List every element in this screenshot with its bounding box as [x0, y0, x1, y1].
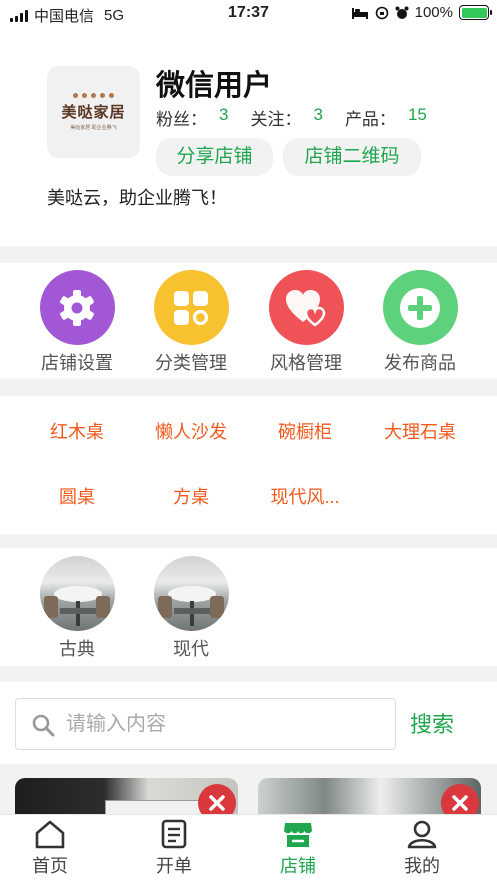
shop-profile: 美哒家居 美哒家居 助企业腾飞 微信用户 粉丝： 3 关注： 3 产品： 15 … — [0, 28, 497, 246]
fans-label: 粉丝： — [156, 110, 207, 129]
style-label: 古典 — [59, 639, 95, 659]
shop-qrcode-button[interactable]: 店铺二维码 — [283, 138, 421, 176]
publish-product-button[interactable]: 发布商品 — [370, 270, 470, 375]
shop-slogan: 美哒云，助企业腾飞！ — [47, 188, 227, 208]
gear-icon — [39, 270, 115, 345]
shop-settings-button[interactable]: 店铺设置 — [27, 270, 127, 375]
plus-icon — [382, 270, 458, 345]
close-icon — [209, 795, 225, 811]
battery-icon — [459, 5, 492, 20]
category-icon — [153, 270, 229, 345]
tab-label: 我的 — [404, 856, 440, 876]
tab-shop[interactable]: 店铺 — [248, 819, 348, 878]
tools-grid: 店铺设置 分类管理 风格管理 发布商品 — [0, 263, 497, 379]
category-manage-button[interactable]: 分类管理 — [141, 270, 241, 375]
tool-label: 分类管理 — [155, 353, 227, 373]
bed-icon — [351, 7, 368, 19]
bottom-tab-bar: 首页 开单 店铺 我的 — [0, 814, 497, 883]
tab-label: 店铺 — [280, 856, 316, 876]
fans-count: 3 — [219, 105, 229, 124]
style-item-modern[interactable]: 现代 — [141, 556, 241, 661]
tab-label: 开单 — [156, 856, 192, 876]
search-button[interactable]: 搜索 — [410, 707, 454, 739]
style-manage-button[interactable]: 风格管理 — [256, 270, 356, 375]
search-bar: 搜索 — [0, 682, 497, 764]
tool-label: 发布商品 — [384, 353, 456, 373]
home-icon — [35, 820, 65, 849]
delete-product-button[interactable] — [441, 784, 479, 814]
shop-logo: 美哒家居 美哒家居 助企业腾飞 — [47, 66, 140, 158]
logo-sub-text: 美哒家居 助企业腾飞 — [70, 125, 117, 131]
category-item[interactable]: 现代风... — [243, 483, 367, 509]
logo-dots — [73, 93, 114, 98]
tab-mine[interactable]: 我的 — [372, 819, 472, 878]
tool-label: 店铺设置 — [41, 353, 113, 373]
tab-order[interactable]: 开单 — [124, 819, 224, 878]
follow-label: 关注： — [250, 110, 302, 129]
category-item[interactable]: 红木桌 — [15, 418, 139, 444]
logo-brand-text: 美哒家居 — [61, 103, 126, 121]
style-list: 古典 现代 — [0, 548, 497, 666]
category-list: 红木桌 懒人沙发 碗橱柜 大理石桌 圆桌 方桌 现代风... — [0, 396, 497, 534]
delete-product-button[interactable] — [198, 784, 236, 814]
style-label: 现代 — [173, 639, 209, 659]
close-icon — [452, 795, 468, 811]
style-item-classic[interactable]: 古典 — [27, 556, 127, 661]
user-name: 微信用户 — [156, 70, 273, 102]
tab-label: 首页 — [32, 856, 68, 876]
category-item[interactable]: 圆桌 — [15, 483, 139, 509]
user-icon — [407, 820, 437, 849]
tab-home[interactable]: 首页 — [0, 819, 100, 878]
heart-icon — [268, 270, 344, 345]
products-label: 产品： — [344, 110, 396, 129]
shop-stats: 粉丝： 3 关注： 3 产品： 15 — [156, 105, 449, 130]
products-count: 15 — [407, 105, 427, 124]
share-shop-button[interactable]: 分享店铺 — [156, 138, 273, 176]
search-box[interactable] — [15, 698, 396, 750]
product-grid — [0, 764, 497, 814]
follow-count: 3 — [313, 105, 323, 124]
search-icon — [32, 714, 55, 737]
style-thumbnail — [153, 556, 229, 631]
tool-label: 风格管理 — [270, 353, 342, 373]
category-item[interactable]: 懒人沙发 — [129, 418, 253, 444]
alarm-icon — [395, 6, 409, 19]
category-item[interactable]: 大理石桌 — [358, 418, 482, 444]
category-item[interactable]: 方桌 — [129, 483, 253, 509]
search-input[interactable] — [66, 709, 386, 739]
order-icon — [161, 819, 187, 849]
battery-percent: 100% — [414, 4, 453, 21]
status-bar: 中国电信 5G 17:37 100% — [0, 0, 497, 28]
rotation-lock-icon — [375, 6, 388, 19]
shop-icon — [284, 823, 312, 847]
style-thumbnail — [39, 556, 115, 631]
category-item[interactable]: 碗橱柜 — [243, 418, 367, 444]
